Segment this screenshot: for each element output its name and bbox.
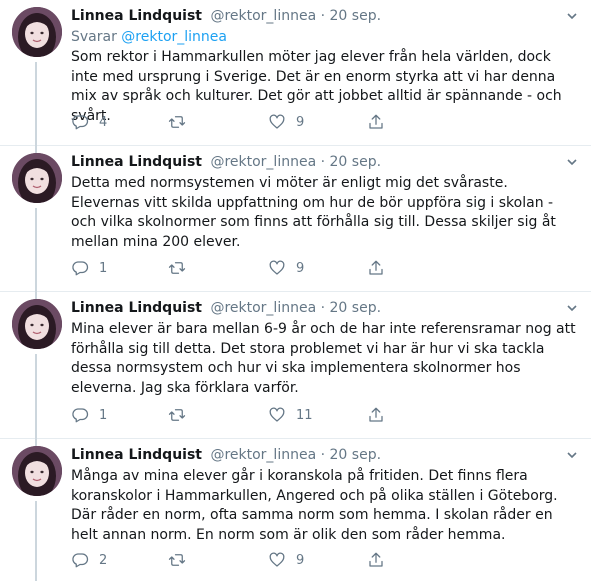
like-icon <box>269 114 285 129</box>
like-button[interactable]: 9 <box>268 550 304 570</box>
caret-down-icon[interactable] <box>565 448 579 462</box>
tweet-header: Linnea Lindquist @rektor_linnea · 20 sep… <box>71 444 579 466</box>
replying-prefix: Svarar <box>71 29 117 45</box>
caret-down-icon[interactable] <box>565 155 579 169</box>
share-icon <box>369 260 383 275</box>
author-handle[interactable]: @rektor_linnea <box>210 8 316 24</box>
like-count: 9 <box>296 114 305 130</box>
like-icon <box>269 407 285 422</box>
author-name[interactable]: Linnea Lindquist <box>71 447 202 463</box>
share-icon <box>369 114 383 129</box>
tweet[interactable]: Linnea Lindquist @rektor_linnea · 20 sep… <box>0 0 591 146</box>
like-icon <box>269 552 285 567</box>
avatar[interactable] <box>12 446 62 496</box>
replying-to: Svarar @rektor_linnea <box>71 27 579 47</box>
share-button[interactable] <box>367 405 385 425</box>
author-handle[interactable]: @rektor_linnea <box>210 447 316 463</box>
retweet-icon <box>168 409 186 421</box>
tweet-header: Linnea Lindquist @rektor_linnea · 20 sep… <box>71 297 579 319</box>
share-button[interactable] <box>367 550 385 570</box>
like-count: 9 <box>296 260 305 276</box>
retweet-icon <box>168 262 186 274</box>
retweet-icon <box>168 554 186 566</box>
tweet-actions: 1 11 <box>71 405 471 425</box>
retweet-button[interactable] <box>168 258 196 278</box>
tweet-text: Mina elever är bara mellan 6-9 år och de… <box>71 321 576 396</box>
thread-connector <box>35 208 37 292</box>
like-button[interactable]: 9 <box>268 112 304 132</box>
separator-dot: · <box>320 8 326 24</box>
tweet-thread: Linnea Lindquist @rektor_linnea · 20 sep… <box>0 0 591 581</box>
like-button[interactable]: 11 <box>268 405 313 425</box>
avatar[interactable] <box>12 299 62 349</box>
tweet-date[interactable]: 20 sep. <box>330 300 382 316</box>
separator-dot: · <box>320 300 326 316</box>
author-handle[interactable]: @rektor_linnea <box>210 300 316 316</box>
like-count: 9 <box>296 552 305 568</box>
like-button[interactable]: 9 <box>268 258 304 278</box>
reply-count: 2 <box>99 552 108 568</box>
tweet-text: Detta med normsystemen vi möter är enlig… <box>71 175 556 250</box>
thread-connector <box>35 354 37 439</box>
tweet[interactable]: Linnea Lindquist @rektor_linnea · 20 sep… <box>0 292 591 439</box>
tweet-actions: 2 9 <box>71 550 471 570</box>
reply-count: 1 <box>99 407 108 423</box>
avatar[interactable] <box>12 153 62 203</box>
tweet-date[interactable]: 20 sep. <box>330 154 382 170</box>
thread-connector <box>35 501 37 581</box>
tweet-date[interactable]: 20 sep. <box>330 8 382 24</box>
tweet-header: Linnea Lindquist @rektor_linnea · 20 sep… <box>71 151 579 173</box>
replying-mention[interactable]: @rektor_linnea <box>121 29 227 45</box>
retweet-button[interactable] <box>168 550 196 570</box>
reply-icon <box>72 553 89 568</box>
reply-button[interactable]: 4 <box>71 112 107 132</box>
reply-button[interactable]: 1 <box>71 405 107 425</box>
retweet-button[interactable] <box>168 405 196 425</box>
reply-count: 4 <box>99 114 108 130</box>
tweet[interactable]: Linnea Lindquist @rektor_linnea · 20 sep… <box>0 146 591 292</box>
author-name[interactable]: Linnea Lindquist <box>71 8 202 24</box>
tweet-date[interactable]: 20 sep. <box>330 447 382 463</box>
share-button[interactable] <box>367 258 385 278</box>
reply-icon <box>72 115 89 130</box>
retweet-icon <box>168 116 186 128</box>
tweet-text: Många av mina elever går i koranskola på… <box>71 468 558 543</box>
retweet-button[interactable] <box>168 112 196 132</box>
reply-icon <box>72 408 89 423</box>
reply-button[interactable]: 2 <box>71 550 107 570</box>
author-handle[interactable]: @rektor_linnea <box>210 154 316 170</box>
separator-dot: · <box>320 447 326 463</box>
avatar[interactable] <box>12 7 62 57</box>
reply-button[interactable]: 1 <box>71 258 107 278</box>
author-name[interactable]: Linnea Lindquist <box>71 154 202 170</box>
separator-dot: · <box>320 154 326 170</box>
tweet-actions: 1 9 <box>71 258 471 278</box>
tweet-header: Linnea Lindquist @rektor_linnea · 20 sep… <box>71 5 579 27</box>
tweet[interactable]: Linnea Lindquist @rektor_linnea · 20 sep… <box>0 439 591 581</box>
share-button[interactable] <box>367 112 385 132</box>
caret-down-icon[interactable] <box>565 301 579 315</box>
like-icon <box>269 260 285 275</box>
tweet-actions: 4 9 <box>71 112 471 132</box>
author-name[interactable]: Linnea Lindquist <box>71 300 202 316</box>
thread-connector <box>35 62 37 146</box>
share-icon <box>369 552 383 567</box>
caret-down-icon[interactable] <box>565 9 579 23</box>
share-icon <box>369 407 383 422</box>
like-count: 11 <box>296 407 313 423</box>
reply-icon <box>72 261 89 276</box>
reply-count: 1 <box>99 260 108 276</box>
